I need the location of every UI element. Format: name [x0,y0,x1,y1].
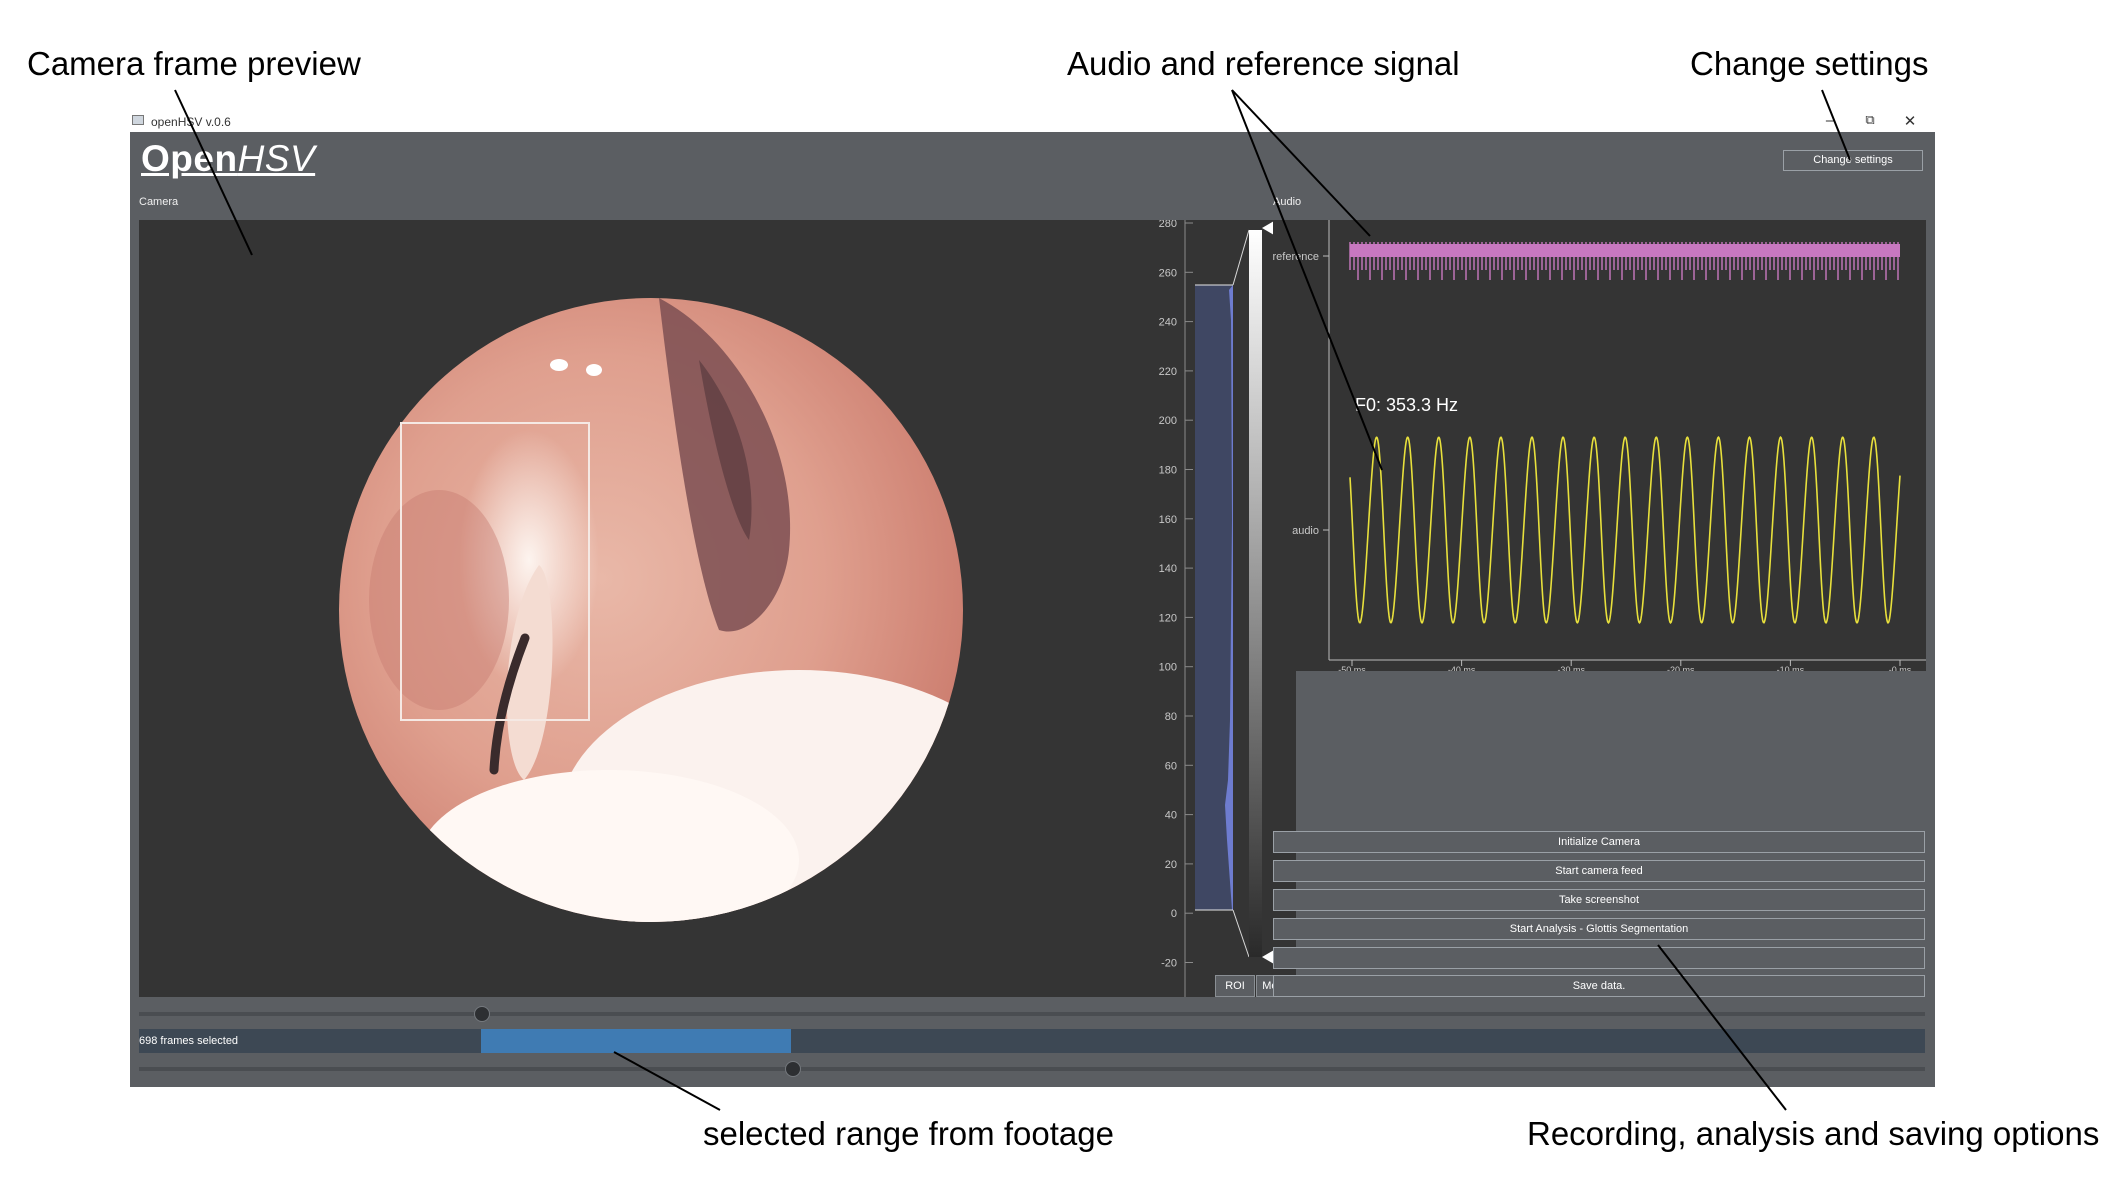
histogram-tick-label: 20 [1165,859,1177,871]
selected-frame-range[interactable] [481,1029,791,1053]
histogram-tick-label: 200 [1159,415,1177,427]
annotation-change-settings: Change settings [1690,45,1929,82]
app-logo: OpenHSV [141,138,316,179]
histogram-tick-label: 80 [1165,711,1177,723]
range-end-slider-handle[interactable] [785,1061,801,1077]
start-analysis-button[interactable]: Start Analysis - Glottis Segmentation [1273,918,1925,940]
f0-readout: F0: 353.3 Hz [1355,395,1459,415]
frames-selected-label: 698 frames selected [139,1035,239,1047]
x-tick-label: -10 ms [1777,665,1805,671]
histogram-tick-label: 140 [1159,563,1177,575]
histogram-tick-label: 100 [1159,662,1177,674]
range-end-slider-track[interactable] [139,1067,1925,1071]
histogram-tick-label: 160 [1159,514,1177,526]
histogram-tick-label: 0 [1171,908,1177,920]
x-tick-label: -50 ms [1338,665,1366,671]
histogram-tick-label: 220 [1159,366,1177,378]
audio-waveform [1349,436,1901,624]
roi-button[interactable]: ROI [1215,975,1255,997]
annotation-recording-options: Recording, analysis and saving options [1527,1115,2100,1152]
audio-plot: reference audio -50 ms -40 ms -30 ms -20 ms… [1273,220,1926,671]
histogram-tick-label: 240 [1159,317,1177,329]
audio-plot-panel: reference audio -50 ms -40 ms -30 ms -20 ms… [1273,220,1926,671]
histogram-tick-label: 120 [1159,612,1177,624]
x-tick-label: -20 ms [1667,665,1695,671]
change-settings-button[interactable]: Change settings [1783,150,1923,171]
window-titlebar: openHSV v.0.6 – ⧉ ✕ [130,110,1935,132]
histogram-tick-label: 60 [1165,760,1177,772]
annotation-camera-frame-preview: Camera frame preview [27,45,361,82]
histogram-tick-label: -20 [1161,958,1177,970]
minimize-icon[interactable]: – [1815,112,1845,129]
app-window: OpenHSV Change settings Camera Audio 280… [130,132,1935,1087]
initialize-camera-button[interactable]: Initialize Camera [1273,831,1925,853]
histogram-tick-label: 40 [1165,810,1177,822]
window-title: openHSV v.0.6 [151,115,231,129]
camera-preview[interactable] [139,220,1159,997]
camera-frame-image [339,298,963,922]
x-tick-label: -40 ms [1448,665,1476,671]
x-tick-label: -30 ms [1557,665,1585,671]
save-data-button[interactable]: Save data. [1273,975,1925,997]
x-tick-label: -0 ms [1889,665,1912,671]
audio-section-label: Audio [1273,196,1302,208]
reference-axis-label: reference [1273,251,1319,263]
annotation-audio-reference-signal: Audio and reference signal [1067,45,1460,82]
histogram-tick-label: 280 [1159,220,1177,230]
range-start-slider-track[interactable] [139,1012,1925,1016]
frame-range-bar[interactable]: 698 frames selected [139,1029,1925,1053]
take-screenshot-button[interactable]: Take screenshot [1273,889,1925,911]
app-icon [132,115,144,125]
histogram-tick-label: 260 [1159,267,1177,279]
histogram-tick-label: 180 [1159,465,1177,477]
audio-axis-label: audio [1292,525,1319,537]
close-icon[interactable]: ✕ [1895,112,1925,130]
start-camera-feed-button[interactable]: Start camera feed [1273,860,1925,882]
annotation-selected-range: selected range from footage [703,1115,1114,1152]
restore-icon[interactable]: ⧉ [1855,112,1885,128]
range-start-slider-handle[interactable] [474,1006,490,1022]
empty-button[interactable] [1273,947,1925,969]
camera-section-label: Camera [139,196,179,208]
